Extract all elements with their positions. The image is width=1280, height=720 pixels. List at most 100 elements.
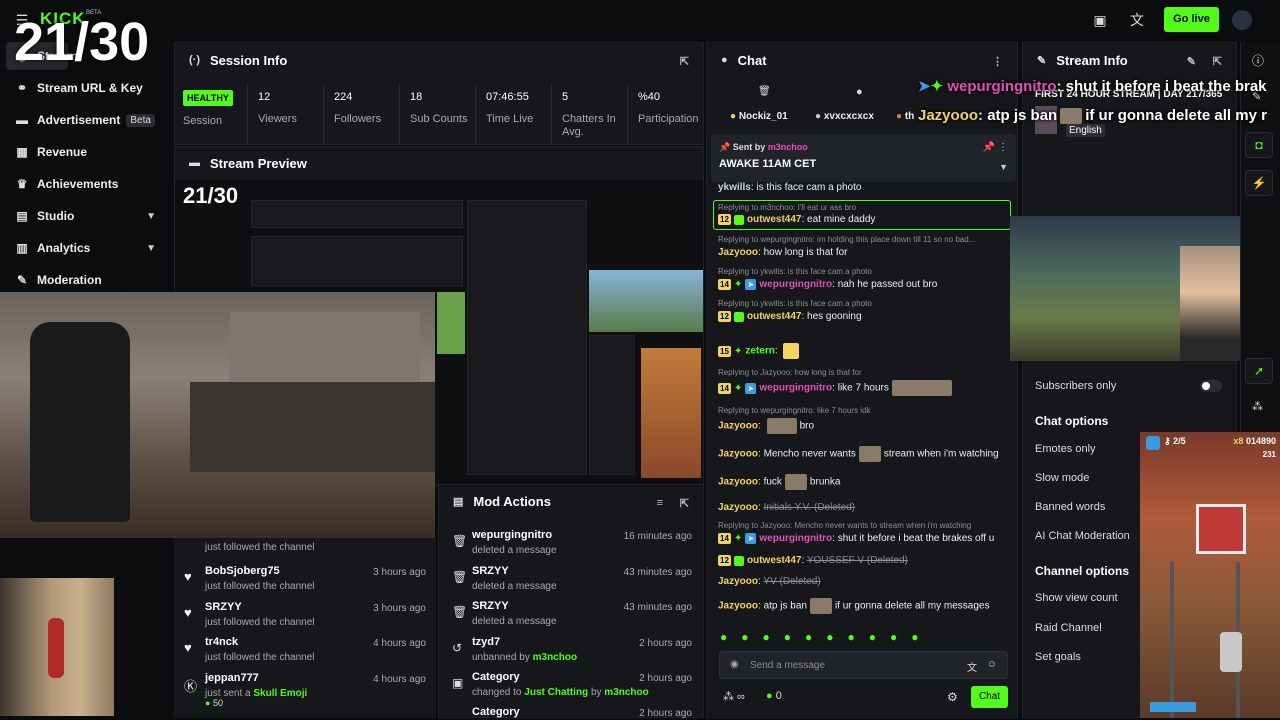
mod-sub-user[interactable]: m3nchoo	[604, 687, 648, 698]
chat-username[interactable]: Jazyooo	[718, 449, 758, 460]
preview-counter: 21/30	[183, 183, 239, 208]
mod-sub-text: by	[590, 687, 602, 698]
coins-value: 231	[1262, 450, 1276, 459]
chat-input[interactable]: ◉ Send a message 文 ☺	[719, 651, 1008, 679]
chat-username[interactable]: Jazyooo	[718, 601, 758, 612]
kick-points[interactable]: ● 0	[766, 690, 782, 702]
mod-name[interactable]: Category	[472, 706, 520, 718]
chat-username[interactable]: outwest447	[747, 555, 801, 566]
mod-time: 2 hours ago	[639, 638, 692, 649]
chat-username[interactable]: outwest447	[747, 311, 801, 322]
mod-sub: changed to Just Chatting by m3nchoo	[472, 687, 649, 698]
stat-chatters: 5 Chatters In Avg.	[551, 83, 627, 145]
go-live-button[interactable]: Go live	[1164, 7, 1219, 32]
mod-name[interactable]: Category	[472, 671, 520, 683]
chat-username[interactable]: zetern	[745, 346, 774, 357]
broadcast-icon[interactable]: ▣	[1090, 10, 1110, 30]
sidebar-item-analytics[interactable]: ▥ Analytics ▼	[0, 235, 170, 261]
chat-username[interactable]: outwest447	[747, 214, 801, 225]
info-icon[interactable]: ⓘ	[1252, 52, 1264, 69]
activity-name[interactable]: tr4nck	[205, 636, 238, 648]
chevron-down-icon[interactable]: ▼	[999, 162, 1008, 172]
chat-username[interactable]: Jazyooo	[718, 477, 758, 488]
chat-username[interactable]: wepurgingnitro	[759, 383, 832, 394]
sidebar-item-revenue[interactable]: ▦ Revenue	[0, 139, 170, 165]
chat-username[interactable]: Jazyooo	[718, 576, 758, 587]
popout-icon[interactable]: ⇱	[680, 497, 689, 510]
translate-icon[interactable]: 文	[967, 659, 977, 674]
activity-name[interactable]: BobSjoberg75	[205, 565, 280, 577]
popout-icon[interactable]: ⇱	[680, 55, 689, 68]
activity-name[interactable]: SRZYY	[205, 601, 242, 613]
chevron-down-icon: ▼	[146, 210, 156, 222]
camera-button[interactable]: ◘	[1245, 132, 1273, 158]
chat-input-placeholder: Send a message	[750, 660, 826, 671]
mod-name[interactable]: SRZYY	[472, 600, 509, 612]
raid-button[interactable]: ➚	[1245, 358, 1273, 384]
mod-sub-user[interactable]: m3nchoo	[533, 652, 577, 663]
dots-icon[interactable]: ⁂	[1252, 400, 1263, 413]
banned-words-option[interactable]: Banned words	[1035, 501, 1105, 513]
chat-username[interactable]: ykwills	[718, 182, 751, 193]
sidebar-item-moderation[interactable]: ✎ Moderation	[0, 267, 170, 293]
chat-username[interactable]: Jazyooo	[718, 502, 758, 513]
pin-action-icon[interactable]: 📌 ⋮	[983, 142, 1008, 153]
sparkle-icon: ✦	[930, 78, 944, 95]
pause-icon[interactable]	[1146, 436, 1160, 450]
mod-name[interactable]: tzyd7	[472, 636, 500, 648]
chat-reply: Replying to wepurgingnitro: like 7 hours…	[718, 406, 871, 415]
vip-icon: ➤	[745, 533, 757, 544]
pinned-message[interactable]: 📌 Sent by m3nchoo AWAKE 11AM CET 📌 ⋮ ▼	[711, 134, 1016, 182]
emote	[858, 446, 881, 462]
leaderboard-item[interactable]: ● Nockiz_01	[730, 111, 788, 122]
send-chat-button[interactable]: Chat	[971, 686, 1008, 708]
chat-text: fuck	[763, 476, 782, 488]
edit-icon[interactable]: ✎	[1187, 55, 1196, 68]
subscribers-only-toggle[interactable]	[1200, 380, 1222, 392]
raid-channel-option[interactable]: Raid Channel	[1035, 622, 1102, 634]
language-tag: English	[1066, 124, 1105, 137]
flash-button[interactable]: ⚡	[1245, 170, 1273, 196]
slow-mode-option[interactable]: Slow mode	[1035, 472, 1089, 484]
chat-username[interactable]: Jazyooo	[718, 421, 758, 432]
smile-icon[interactable]: ☺	[987, 659, 997, 670]
emotes-only-option[interactable]: Emotes only	[1035, 443, 1096, 455]
emoji-icon[interactable]: ◉	[730, 659, 739, 670]
mini-runner-thumb	[437, 292, 465, 354]
filter-icon[interactable]: ≡	[657, 497, 663, 509]
sidebar-item-studio[interactable]: ▤ Studio ▼	[0, 203, 170, 229]
leader-name: xvxcxcxcx	[823, 111, 874, 122]
chat-message: 14 ✦ ➤ wepurgingnitro: shut it before i bea…	[718, 533, 1014, 544]
sidebar-item-achievements[interactable]: ♛ Achievements	[0, 171, 170, 197]
chat-bubble-icon[interactable]: ●	[856, 86, 863, 98]
mod-name[interactable]: wepurgingnitro	[472, 529, 552, 541]
mini-runner-game	[641, 348, 701, 478]
mini-session-panel	[251, 200, 463, 228]
translate-icon[interactable]: 文	[1127, 10, 1147, 30]
activity-name[interactable]: jeppan777	[205, 672, 259, 684]
mod-sub-category[interactable]: Just Chatting	[524, 687, 588, 698]
mod-time: 43 minutes ago	[623, 567, 692, 578]
sent-by-label: Sent by	[732, 142, 766, 152]
mod-name[interactable]: SRZYY	[472, 565, 509, 577]
leaderboard-item[interactable]: ● th	[896, 111, 914, 122]
trash-icon[interactable]: 🗑	[758, 86, 771, 97]
sidebar-item-stream-url[interactable]: ⚭ Stream URL & Key	[0, 75, 170, 101]
show-view-count-option[interactable]: Show view count	[1035, 592, 1118, 604]
chat-username[interactable]: Jazyooo	[718, 247, 758, 258]
panel-title: Chat	[737, 52, 767, 68]
infinity-icon[interactable]: ⁂ ∞	[723, 690, 745, 703]
sidebar-item-advertisement[interactable]: ▬ Advertisement Beta	[0, 107, 170, 133]
leaderboard-item[interactable]: ● xvxcxcxcx	[815, 111, 874, 122]
ai-moderation-option[interactable]: AI Chat Moderation	[1035, 530, 1130, 542]
emote-bar[interactable]: ●●●●●●●●●●	[720, 630, 1010, 646]
chat-username[interactable]: wepurgingnitro	[759, 279, 832, 290]
set-goals-option[interactable]: Set goals	[1035, 651, 1081, 663]
sidebar-item-label: Advertisement	[37, 113, 121, 127]
key-icon: ⚷	[1164, 436, 1171, 446]
avatar[interactable]	[1232, 10, 1252, 30]
chat-username[interactable]: wepurgingnitro	[759, 533, 832, 544]
gear-icon[interactable]: ⚙	[947, 690, 958, 704]
more-icon[interactable]: ⋮	[992, 55, 1003, 68]
popout-icon[interactable]: ⇱	[1213, 55, 1222, 68]
